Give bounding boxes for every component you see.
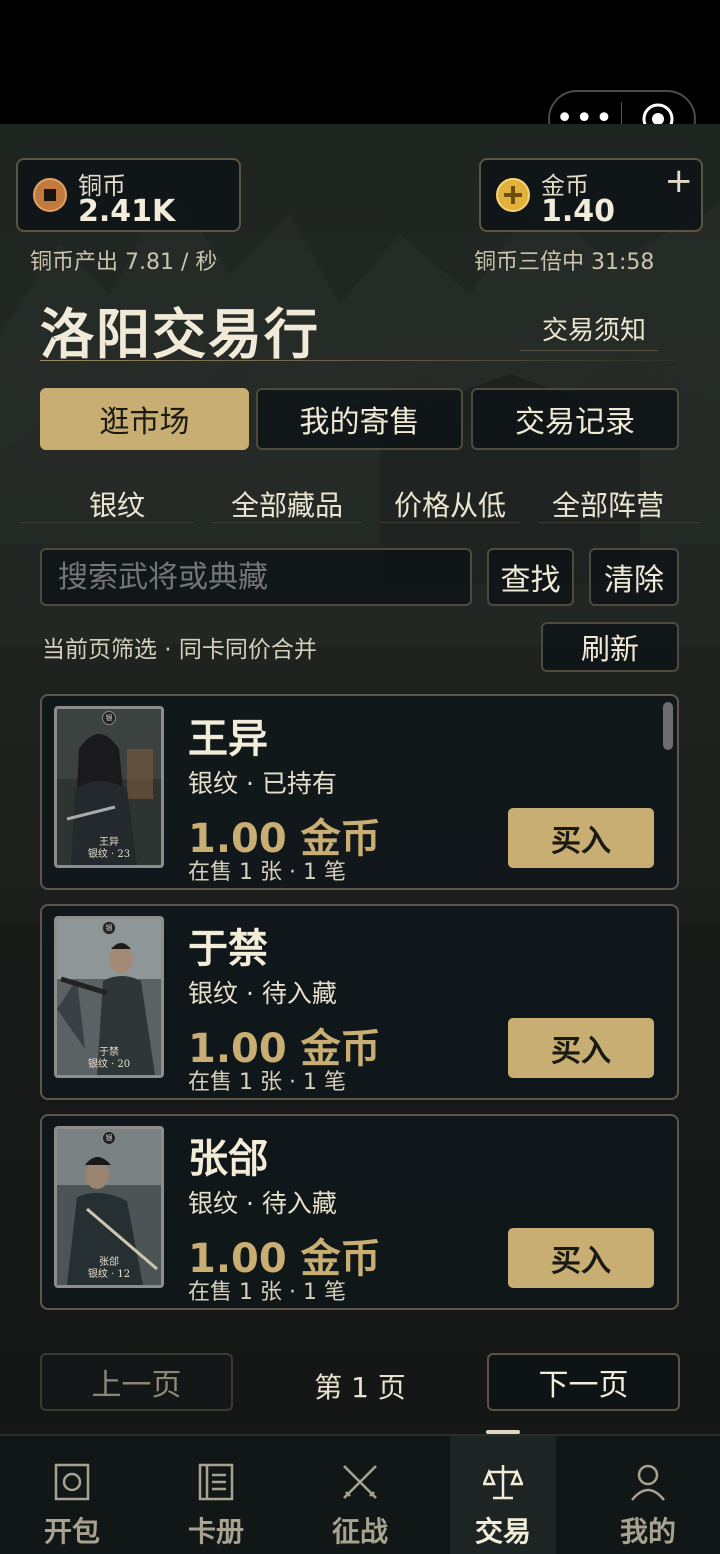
- nav-item-campaign[interactable]: 征战: [288, 1436, 432, 1554]
- list-scrollbar[interactable]: [663, 702, 673, 750]
- nav-item-trade[interactable]: 交易: [450, 1436, 556, 1554]
- rarity-badge: 银: [102, 711, 116, 725]
- filter-hint: 当前页筛选 · 同卡同价合并: [42, 637, 317, 663]
- card-caption-name: 王异: [99, 837, 119, 848]
- rarity-badge: 银: [102, 921, 116, 935]
- prev-page-button[interactable]: 上一页: [40, 1353, 233, 1411]
- gold-coin-icon: [496, 178, 530, 212]
- stock-info: 在售 1 张 · 1 笔: [188, 1280, 346, 1305]
- nav-label: 我的: [619, 1515, 676, 1548]
- tab-market[interactable]: 逛市场: [40, 388, 249, 450]
- filter-sort-underline: [380, 522, 520, 523]
- copper-balance: 铜币 2.41K: [16, 158, 241, 232]
- nav-item-album[interactable]: 卡册: [144, 1436, 288, 1554]
- listing-list: 银 王异 银纹 · 23 王异 银纹 · 已持有 1.00 金币 在售 1 张 ·…: [40, 694, 680, 1324]
- card-caption: 于禁 银纹 · 20: [57, 1047, 161, 1071]
- trade-notice-link[interactable]: 交易须知: [542, 310, 646, 347]
- bottom-nav: 开包 卡册 征战 交易 我的: [0, 1434, 720, 1554]
- ownership-status: 银纹 · 待入藏: [188, 1189, 337, 1218]
- copper-rate: 铜币产出 7.81 / 秒: [30, 250, 218, 275]
- card-caption: 王异 银纹 · 23: [57, 837, 161, 861]
- user-icon: [631, 1464, 665, 1501]
- listing-card: 银 张郃 银纹 · 12 张郃 银纹 · 待入藏 1.00 金币 在售 1 张 ·…: [40, 1114, 679, 1310]
- tab-trade-history[interactable]: 交易记录: [471, 388, 679, 450]
- filter-faction-underline: [538, 522, 700, 523]
- gold-value: 1.40: [541, 194, 616, 229]
- ownership-status: 银纹 · 待入藏: [188, 979, 337, 1008]
- album-icon: [198, 1463, 234, 1501]
- ownership-status: 银纹 · 已持有: [188, 769, 337, 798]
- buy-button[interactable]: 买入: [508, 808, 654, 868]
- filter-rarity[interactable]: 银纹: [40, 484, 194, 524]
- stock-info: 在售 1 张 · 1 笔: [188, 860, 346, 885]
- card-caption-tag: 银纹 · 20: [87, 1059, 131, 1070]
- nav-label: 交易: [474, 1515, 531, 1548]
- listing-card: 银 于禁 银纹 · 20 于禁 银纹 · 待入藏 1.00 金币 在售 1 张 ·…: [40, 904, 679, 1100]
- filter-collection[interactable]: 全部藏品: [212, 484, 362, 524]
- page-indicator: 第 1 页: [314, 1371, 406, 1404]
- card-thumbnail[interactable]: 银 张郃 银纹 · 12: [54, 1126, 164, 1288]
- next-page-button[interactable]: 下一页: [487, 1353, 680, 1411]
- nav-item-profile[interactable]: 我的: [576, 1436, 720, 1554]
- pack-icon: [54, 1463, 90, 1501]
- trading-screen: 铜币 2.41K 金币 1.40 + 铜币产出 7.81 / 秒 铜币三倍中 3…: [0, 124, 720, 1554]
- filter-faction[interactable]: 全部阵营: [538, 484, 678, 524]
- buy-button[interactable]: 买入: [508, 1018, 654, 1078]
- notice-underline: [520, 350, 658, 351]
- boost-timer: 铜币三倍中 31:58: [474, 250, 655, 275]
- title-divider: [40, 360, 678, 361]
- card-caption-tag: 银纹 · 23: [87, 849, 131, 860]
- active-tab-indicator: [486, 1430, 520, 1434]
- card-caption: 张郃 银纹 · 12: [57, 1257, 161, 1281]
- rarity-badge: 银: [102, 1131, 116, 1145]
- copper-coin-icon: [33, 178, 67, 212]
- stock-info: 在售 1 张 · 1 笔: [188, 1070, 346, 1095]
- card-caption-tag: 银纹 · 12: [87, 1269, 131, 1280]
- general-name: 王异: [188, 716, 268, 762]
- tab-my-consignment[interactable]: 我的寄售: [256, 388, 463, 450]
- filter-collection-underline: [212, 522, 362, 523]
- card-thumbnail[interactable]: 银 王异 银纹 · 23: [54, 706, 164, 868]
- filter-sort[interactable]: 价格从低: [380, 484, 520, 524]
- general-name: 于禁: [188, 926, 268, 972]
- card-caption-name: 于禁: [99, 1047, 119, 1058]
- copper-value: 2.41K: [78, 194, 176, 229]
- buy-button[interactable]: 买入: [508, 1228, 654, 1288]
- page-title: 洛阳交易行: [40, 302, 320, 366]
- filter-rarity-underline: [20, 522, 194, 523]
- find-button[interactable]: 查找: [487, 548, 574, 606]
- card-caption-name: 张郃: [99, 1257, 119, 1268]
- nav-item-open-pack[interactable]: 开包: [0, 1436, 144, 1554]
- general-name: 张郃: [188, 1136, 268, 1182]
- add-gold-button[interactable]: +: [665, 164, 694, 198]
- crossed-swords-icon: [343, 1465, 377, 1499]
- clear-button[interactable]: 清除: [589, 548, 679, 606]
- scales-icon: [483, 1465, 523, 1500]
- gold-balance: 金币 1.40 +: [479, 158, 703, 232]
- card-thumbnail[interactable]: 银 于禁 银纹 · 20: [54, 916, 164, 1078]
- nav-label: 征战: [331, 1515, 388, 1548]
- nav-label: 开包: [43, 1515, 100, 1548]
- refresh-button[interactable]: 刷新: [541, 622, 679, 672]
- search-input[interactable]: [40, 548, 472, 606]
- nav-label: 卡册: [187, 1515, 244, 1548]
- listing-card: 银 王异 银纹 · 23 王异 银纹 · 已持有 1.00 金币 在售 1 张 ·…: [40, 694, 679, 890]
